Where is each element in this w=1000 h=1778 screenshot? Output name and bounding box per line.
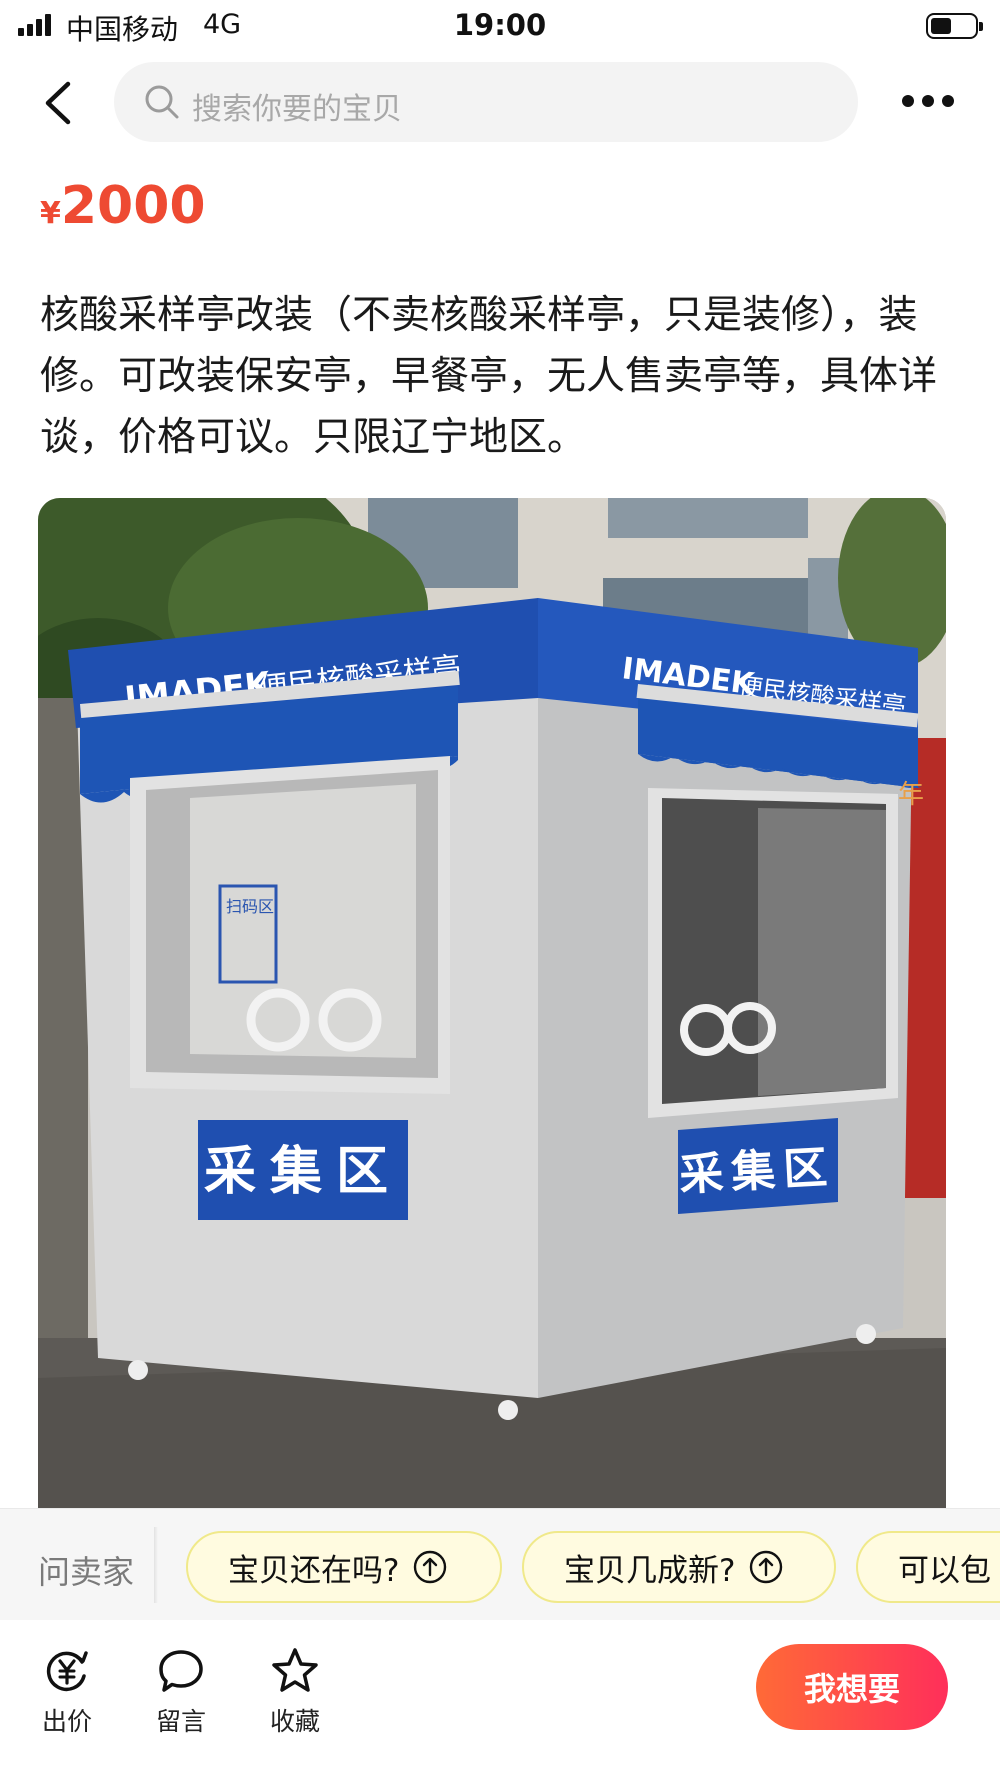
sign-left: 采集区	[204, 1142, 402, 1202]
star-icon	[272, 1648, 318, 1692]
listing-description: 核酸采样亭改装（不卖核酸采样亭，只是装修），装修。可改装保安亭，早餐亭，无人售卖…	[40, 293, 938, 460]
question-chip-condition[interactable]: 宝贝几成新?	[522, 1531, 836, 1603]
comment-button[interactable]: 留言	[136, 1646, 226, 1738]
search-placeholder: 搜索你要的宝贝	[192, 92, 402, 127]
product-photo[interactable]: IMADEK 便民核酸采样亭 IMADEK 便民核酸采样亭 扫码区 采集区 采集…	[38, 498, 946, 1508]
more-icon[interactable]	[902, 94, 954, 108]
divider	[154, 1527, 158, 1603]
back-icon[interactable]	[36, 80, 82, 126]
kiosk-illustration: IMADEK 便民核酸采样亭 IMADEK 便民核酸采样亭 扫码区 采集区 采集…	[38, 498, 946, 1508]
question-chip-label: 宝贝几成新?	[564, 1552, 736, 1589]
offer-button[interactable]: 出价	[22, 1646, 112, 1738]
price-amount: 2000	[60, 176, 206, 236]
scan-label: 扫码区	[226, 897, 274, 916]
comment-label: 留言	[155, 1707, 206, 1736]
want-button[interactable]: 我想要	[756, 1644, 948, 1730]
favorite-button[interactable]: 收藏	[250, 1646, 340, 1738]
chat-bubble-icon	[159, 1650, 203, 1692]
offer-label: 出价	[41, 1707, 92, 1736]
bus-text: 年	[898, 780, 924, 810]
arrow-up-circle-icon	[414, 1550, 447, 1584]
search-icon	[145, 85, 179, 119]
arrow-up-circle-icon	[750, 1550, 783, 1584]
search-input[interactable]: 搜索你要的宝贝	[114, 62, 858, 142]
question-chip-still-available[interactable]: 宝贝还在吗?	[186, 1531, 502, 1603]
status-bar: 中国移动 4G 19:00	[0, 0, 1000, 54]
status-time: 19:00	[453, 8, 547, 42]
ask-seller-label: 问卖家	[38, 1553, 135, 1591]
question-chip-label: 宝贝还在吗?	[228, 1552, 400, 1589]
ask-seller-bar: 问卖家 宝贝还在吗? 宝贝几成新? 可以包	[0, 1508, 1000, 1620]
price-currency: ¥	[40, 196, 61, 231]
favorite-label: 收藏	[269, 1707, 320, 1736]
bottom-action-bar: 出价 留言 收藏 我想要	[0, 1620, 1000, 1778]
yen-cycle-icon	[46, 1651, 88, 1692]
question-chip-shipping[interactable]: 可以包	[856, 1531, 1000, 1603]
battery-icon	[926, 13, 983, 39]
price: ¥2000	[40, 176, 206, 236]
question-chip-label: 可以包	[898, 1552, 991, 1589]
sign-right: 采集区	[678, 1142, 836, 1201]
